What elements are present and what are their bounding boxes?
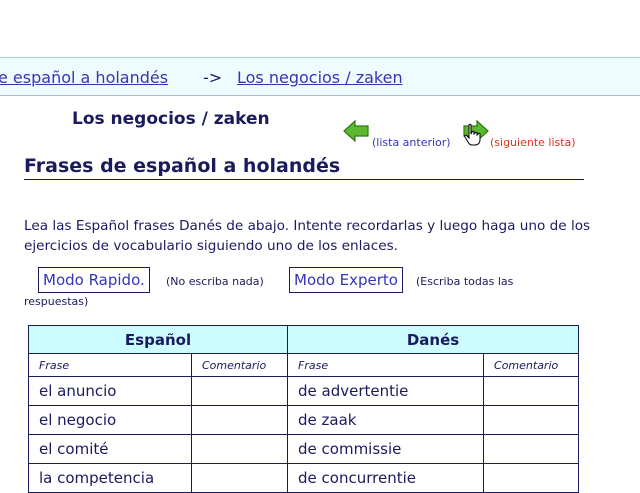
subheader-comentario: Comentario (190, 353, 289, 377)
prev-arrow-icon[interactable] (342, 119, 370, 143)
spanish-phrase: el anuncio (28, 376, 192, 406)
breadcrumb-parent-link[interactable]: e español a holandés (0, 68, 168, 87)
danish-phrase: de zaak (287, 405, 485, 435)
danish-comment (483, 463, 580, 493)
section-title: Frases de español a holandés (24, 156, 584, 180)
table-row: la competencia de concurrentie (28, 463, 580, 493)
subheader-frase: Frase (287, 353, 485, 377)
danish-phrase: de commissie (287, 434, 485, 464)
next-list-link[interactable]: (siguiente lista) (490, 136, 576, 149)
danish-comment (483, 434, 580, 464)
spanish-comment (190, 434, 289, 464)
column-header-spanish: Español (27, 325, 289, 354)
danish-phrase: de advertentie (287, 376, 485, 406)
spanish-comment (190, 463, 289, 493)
spanish-phrase: el negocio (28, 405, 192, 435)
table-row: el negocio de zaak (28, 405, 580, 435)
list-title: Los negocios / zaken (72, 109, 270, 129)
spanish-phrase: la competencia (28, 463, 192, 493)
hand-pointer-icon (464, 123, 481, 146)
danish-comment (483, 376, 580, 406)
spanish-comment (190, 405, 289, 435)
modo-rapido-note: (No escriba nada) (166, 275, 264, 288)
subheader-comentario: Comentario (483, 353, 580, 377)
danish-phrase: de concurrentie (287, 463, 485, 493)
breadcrumb-current-link[interactable]: Los negocios / zaken (237, 68, 403, 87)
subheader-frase: Frase (28, 353, 192, 377)
spanish-comment (190, 376, 289, 406)
breadcrumb: e español a holandés -> Los negocios / z… (0, 57, 640, 96)
danish-comment (483, 405, 580, 435)
column-header-danish: Danés (287, 325, 580, 354)
modo-experto-note-cont: respuestas) (24, 295, 89, 308)
vocabulary-table: Español Danés Frase Comentario Frase Com… (27, 325, 580, 493)
prev-list-link[interactable]: (lista anterior) (372, 136, 451, 149)
spanish-phrase: el comité (28, 434, 192, 464)
modo-rapido-button[interactable]: Modo Rapido. (38, 267, 150, 293)
intro-text: Lea las Español frases Danés de abajo. I… (24, 218, 591, 254)
breadcrumb-separator: -> (203, 68, 223, 87)
modo-experto-button[interactable]: Modo Experto (289, 267, 403, 293)
table-row: el anuncio de advertentie (28, 376, 580, 406)
table-row: el comité de commissie (28, 434, 580, 464)
modo-experto-note: (Escriba todas las (416, 275, 514, 288)
